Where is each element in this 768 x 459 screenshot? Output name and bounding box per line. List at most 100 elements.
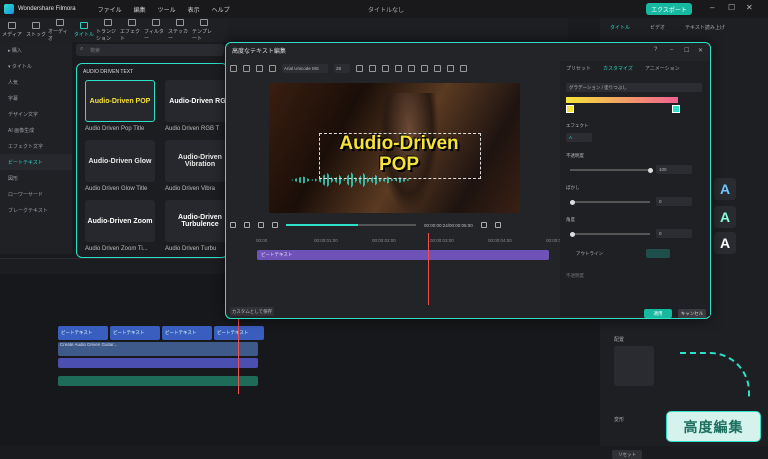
align-center-icon[interactable] bbox=[421, 64, 428, 72]
angle-value[interactable]: 0 bbox=[656, 229, 692, 238]
title-card[interactable]: Audio-Driven Glow bbox=[85, 140, 155, 182]
dialog-minimize-icon[interactable]: – bbox=[670, 47, 673, 53]
toolbar-0[interactable]: メディア bbox=[0, 18, 24, 42]
video-clip[interactable]: Create Audio Driven Guitar... bbox=[58, 342, 258, 356]
search-input[interactable]: 検索 bbox=[76, 44, 224, 56]
stop-icon[interactable] bbox=[272, 222, 278, 228]
save-as-custom-button[interactable]: カスタムとして保存 bbox=[230, 307, 274, 316]
sidebar-item[interactable]: 人気 bbox=[0, 74, 72, 90]
toolbar-1[interactable]: ストック bbox=[24, 18, 48, 42]
font-select[interactable]: Arial Unicode MS bbox=[282, 63, 328, 73]
minimize-icon[interactable]: – bbox=[710, 3, 714, 12]
reset-button[interactable]: リセット bbox=[612, 450, 642, 459]
tool-icon bbox=[32, 22, 40, 29]
blur-slider[interactable] bbox=[570, 199, 650, 205]
apply-button[interactable]: 適用 bbox=[644, 309, 672, 318]
toolbar-4[interactable]: トランジション bbox=[96, 18, 120, 42]
color-icon[interactable] bbox=[356, 64, 363, 72]
menu-item[interactable]: 編集 bbox=[134, 5, 146, 14]
sidebar-item[interactable]: ▸ 購入 bbox=[0, 42, 72, 58]
style-preset-icon[interactable]: A bbox=[714, 206, 736, 228]
audio-clip[interactable] bbox=[58, 376, 258, 386]
zoom-in-icon[interactable] bbox=[494, 222, 501, 228]
zoom-out-icon[interactable] bbox=[480, 222, 487, 228]
dialog-maximize-icon[interactable]: ☐ bbox=[684, 47, 689, 54]
toolbar-2[interactable]: オーディオ bbox=[48, 18, 72, 42]
blur-value[interactable]: 0 bbox=[656, 197, 692, 206]
close-icon[interactable]: ✕ bbox=[746, 3, 753, 12]
opacity-value[interactable]: 100 bbox=[656, 165, 692, 174]
bold-icon[interactable] bbox=[369, 64, 376, 72]
next-frame-icon[interactable] bbox=[258, 222, 264, 228]
sidebar-item[interactable]: ブレークテキスト bbox=[0, 202, 72, 218]
text-selection-box[interactable] bbox=[319, 133, 481, 179]
menu-item[interactable]: ファイル bbox=[98, 5, 122, 14]
preview-canvas[interactable]: Audio-Driven POP bbox=[269, 83, 520, 213]
text-track[interactable]: ビートテキスト bbox=[257, 250, 549, 260]
dialog-playhead[interactable] bbox=[428, 233, 429, 305]
properties-tab[interactable]: ビデオ bbox=[650, 24, 665, 31]
image-tool-icon[interactable] bbox=[256, 64, 263, 72]
sidebar-item[interactable]: 図形 bbox=[0, 170, 72, 186]
sidebar-item[interactable]: エフェクト文字 bbox=[0, 138, 72, 154]
video-thumb-strip[interactable] bbox=[58, 358, 258, 368]
cancel-button[interactable]: キャンセル bbox=[678, 309, 706, 318]
ruler-tick: 00:00:04:00 bbox=[488, 238, 512, 243]
sidebar-item[interactable]: ▾ タイトル bbox=[0, 58, 72, 74]
text-clip[interactable]: ビートテキスト bbox=[162, 326, 212, 340]
position-grid[interactable] bbox=[614, 346, 654, 386]
shape-tool-icon[interactable] bbox=[243, 64, 250, 72]
italic-icon[interactable] bbox=[382, 64, 389, 72]
angle-slider[interactable] bbox=[570, 231, 650, 237]
effect-select[interactable]: A bbox=[566, 133, 592, 142]
menu-item[interactable]: 表示 bbox=[188, 5, 200, 14]
toolbar-3[interactable]: タイトル bbox=[72, 18, 96, 42]
text-tool-icon[interactable] bbox=[230, 64, 237, 72]
position-label: 配置 bbox=[614, 337, 625, 343]
sidebar-item[interactable]: ローワーサード bbox=[0, 186, 72, 202]
playback-progress[interactable] bbox=[286, 224, 416, 226]
title-card[interactable]: Audio-Driven Zoom bbox=[85, 200, 155, 242]
spacing-icon[interactable] bbox=[447, 64, 454, 72]
properties-tab[interactable]: タイトル bbox=[610, 24, 630, 31]
style-preset-icon[interactable]: A bbox=[714, 178, 736, 200]
align-right-icon[interactable] bbox=[434, 64, 441, 72]
gradient-stop-end[interactable] bbox=[672, 105, 680, 113]
advanced-edit-badge[interactable]: 高度編集 bbox=[666, 411, 761, 442]
outline-color-swatch[interactable] bbox=[646, 249, 670, 258]
menu-item[interactable]: ヘルプ bbox=[212, 5, 230, 14]
text-clip[interactable]: ビートテキスト bbox=[214, 326, 264, 340]
fill-type-select[interactable]: グラデーション / 塗りつぶし bbox=[566, 83, 702, 92]
dialog-close-icon[interactable]: ✕ bbox=[698, 47, 703, 54]
toolbar-5[interactable]: エフェクト bbox=[120, 18, 144, 42]
settings-tab[interactable]: プリセット bbox=[566, 65, 591, 72]
export-button[interactable]: エクスポート bbox=[646, 3, 692, 15]
toolbar-8[interactable]: テンプレート bbox=[192, 18, 216, 42]
gradient-stop-start[interactable] bbox=[566, 105, 574, 113]
maximize-icon[interactable]: ☐ bbox=[728, 3, 735, 12]
toolbar-7[interactable]: ステッカー bbox=[168, 18, 192, 42]
font-size-select[interactable]: 28 bbox=[334, 63, 350, 73]
delete-icon[interactable] bbox=[269, 64, 276, 72]
text-clip[interactable]: ビートテキスト bbox=[58, 326, 108, 340]
align-left-icon[interactable] bbox=[408, 64, 415, 72]
play-icon[interactable] bbox=[244, 222, 250, 228]
prev-frame-icon[interactable] bbox=[230, 222, 236, 228]
help-icon[interactable]: ? bbox=[654, 47, 657, 53]
settings-tab[interactable]: カスタマイズ bbox=[603, 65, 633, 72]
zoom-icon[interactable] bbox=[460, 64, 467, 72]
sidebar-item[interactable]: 字幕 bbox=[0, 90, 72, 106]
sidebar-item[interactable]: ビートテキスト bbox=[0, 154, 72, 170]
settings-tab[interactable]: アニメーション bbox=[645, 65, 680, 72]
underline-icon[interactable] bbox=[395, 64, 402, 72]
style-preset-icon[interactable]: A bbox=[714, 232, 736, 254]
title-card[interactable]: Audio-Driven POP bbox=[85, 80, 155, 122]
gradient-bar[interactable] bbox=[566, 97, 678, 103]
text-clip[interactable]: ビートテキスト bbox=[110, 326, 160, 340]
opacity-slider[interactable] bbox=[570, 167, 653, 173]
menu-item[interactable]: ツール bbox=[158, 5, 176, 14]
properties-tab[interactable]: テキスト読み上げ bbox=[685, 24, 725, 31]
sidebar-item[interactable]: デザイン文字 bbox=[0, 106, 72, 122]
toolbar-6[interactable]: フィルター bbox=[144, 18, 168, 42]
sidebar-item[interactable]: AI 画像生成 bbox=[0, 122, 72, 138]
